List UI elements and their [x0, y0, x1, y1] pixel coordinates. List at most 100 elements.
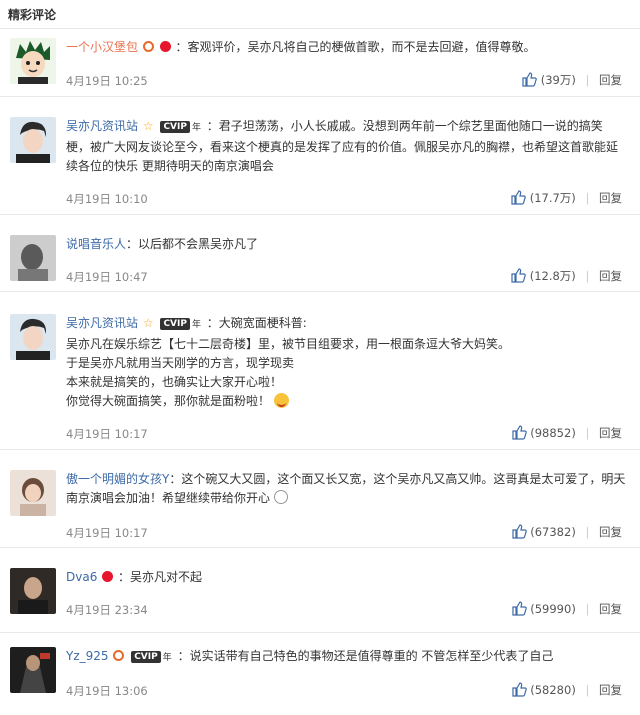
comment-actions: (58280) | 回复 [511, 681, 622, 698]
comment-time: 10:17 [114, 526, 148, 540]
comment-time: 23:34 [114, 603, 148, 617]
avatar[interactable] [10, 117, 56, 163]
vip-years: 年 [191, 123, 201, 133]
comment-meta: 4月19日 10:17 [66, 426, 148, 442]
smile-emoji-icon [273, 490, 288, 504]
comment-meta: 4月19日 10:17 [66, 525, 148, 541]
like-count: (17.7万) [529, 191, 576, 205]
avatar[interactable] [10, 568, 56, 614]
comment-time: 10:47 [114, 270, 148, 284]
like-icon[interactable] [521, 71, 537, 87]
comment-item: 吴亦凡资讯站 ☆ CVIP 年 ：君子坦荡荡，小人长戚戚。没想到两年前一个综艺里面… [0, 97, 640, 215]
avatar[interactable] [10, 314, 56, 360]
vip-years: 年 [191, 320, 201, 330]
comment-time: 13:06 [114, 684, 148, 698]
comment-content: ：大碗宽面梗科普: [206, 316, 307, 330]
comment-line: 于是吴亦凡就用当天刚学的方言，现学现卖 [66, 356, 295, 370]
avatar[interactable] [10, 235, 56, 281]
username-link[interactable]: 一个小汉堡包 [66, 40, 138, 54]
comment-date: 4月19日 [66, 270, 111, 284]
comment-actions: (67382) | 回复 [511, 523, 622, 540]
like-icon[interactable] [511, 523, 527, 539]
comment-text: 吴亦凡资讯站 ☆ CVIP 年 ：君子坦荡荡，小人长戚戚。没想到两年前一个综艺里面… [66, 117, 626, 176]
comment-line: 你觉得大碗面搞笑，那你就是面粉啦！ [66, 394, 271, 408]
like-icon[interactable] [510, 267, 526, 283]
comment-time: 10:25 [114, 74, 148, 88]
comment-meta: 4月19日 10:47 [66, 269, 148, 285]
avatar[interactable] [10, 647, 56, 693]
username-link[interactable]: Dva6 [66, 570, 97, 584]
username-link[interactable]: 傲一个明媚的女孩Y [66, 472, 169, 486]
username-link[interactable]: Yz_925 [66, 649, 109, 663]
comment-actions: (59990) | 回复 [511, 600, 622, 617]
comment-content: ：以后都不会黑吴亦凡了 [126, 237, 259, 251]
comment-date: 4月19日 [66, 74, 111, 88]
section-header: 精彩评论 [0, 0, 640, 29]
comment-item: 一个小汉堡包 ：客观评价，吴亦凡将自己的梗做首歌，而不是去回避，值得尊敬。 4月… [0, 28, 640, 97]
reply-button[interactable]: 回复 [599, 73, 622, 87]
comment-content: ：说实话带有自己特色的事物还是值得尊重的 不管怎样至少代表了自己 [177, 649, 554, 663]
reply-button[interactable]: 回复 [599, 525, 622, 539]
reply-button[interactable]: 回复 [599, 602, 622, 616]
vip-badge: CVIP [160, 317, 190, 330]
comment-content: ：吴亦凡对不起 [118, 570, 203, 584]
comment-text: 一个小汉堡包 ：客观评价，吴亦凡将自己的梗做首歌，而不是去回避，值得尊敬。 [66, 38, 626, 57]
comment-item: 吴亦凡资讯站 ☆ CVIP 年 ：大碗宽面梗科普: 吴亦凡在娱乐综艺【七十二层奇楼… [0, 292, 640, 450]
reply-button[interactable]: 回复 [599, 191, 622, 205]
comment-date: 4月19日 [66, 603, 111, 617]
comment-line: 本来就是搞笑的，也确实让大家开心啦！ [66, 375, 283, 389]
username-link[interactable]: 吴亦凡资讯站 [66, 119, 138, 133]
reply-button[interactable]: 回复 [599, 269, 622, 283]
like-icon[interactable] [511, 681, 527, 697]
vip-years: 年 [162, 653, 172, 663]
username-link[interactable]: 吴亦凡资讯站 [66, 316, 138, 330]
vip-badge: CVIP [131, 650, 161, 663]
avatar[interactable] [10, 470, 56, 516]
comment-content: ：客观评价，吴亦凡将自己的梗做首歌，而不是去回避，值得尊敬。 [175, 40, 536, 54]
comment-meta: 4月19日 10:25 [66, 73, 148, 89]
avatar[interactable] [10, 38, 56, 84]
comment-text: 傲一个明媚的女孩Y：这个碗又大又圆，这个面又长又宽，这个吴亦凡又高又帅。这哥真是… [66, 470, 626, 508]
comment-meta: 4月19日 13:06 [66, 683, 148, 699]
comment-date: 4月19日 [66, 684, 111, 698]
comment-text: Yz_925 CVIP 年 ：说实话带有自己特色的事物还是值得尊重的 不管怎样至少… [66, 647, 626, 668]
like-count: (67382) [530, 525, 576, 539]
comment-meta: 4月19日 10:10 [66, 191, 148, 207]
section-title: 精彩评论 [8, 8, 57, 22]
comment-time: 10:10 [114, 192, 148, 206]
like-count: (12.8万) [529, 269, 576, 283]
comment-actions: (12.8万) | 回复 [510, 267, 622, 284]
badge-icon [159, 41, 171, 52]
reply-button[interactable]: 回复 [599, 683, 622, 697]
like-count: (98852) [530, 426, 576, 440]
comment-actions: (98852) | 回复 [511, 424, 622, 441]
laugh-emoji-icon [273, 393, 289, 408]
like-count: (58280) [530, 683, 576, 697]
comment-text: 说唱音乐人：以后都不会黑吴亦凡了 [66, 235, 626, 254]
comment-text: 吴亦凡资讯站 ☆ CVIP 年 ：大碗宽面梗科普: 吴亦凡在娱乐综艺【七十二层奇楼… [66, 314, 626, 411]
like-icon[interactable] [511, 600, 527, 616]
reply-button[interactable]: 回复 [599, 426, 622, 440]
username-link[interactable]: 说唱音乐人 [66, 237, 126, 251]
comment-time: 10:17 [114, 427, 148, 441]
star-icon: ☆ [142, 119, 154, 133]
like-icon[interactable] [510, 189, 526, 205]
comment-date: 4月19日 [66, 526, 111, 540]
like-icon[interactable] [511, 424, 527, 440]
comment-meta: 4月19日 23:34 [66, 602, 148, 618]
like-count: (39万) [540, 73, 576, 87]
vip-badge: CVIP [160, 120, 190, 133]
comment-item: Yz_925 CVIP 年 ：说实话带有自己特色的事物还是值得尊重的 不管怎样至少… [0, 633, 640, 715]
like-count: (59990) [530, 602, 576, 616]
star-icon: ☆ [142, 316, 154, 330]
comment-item: 说唱音乐人：以后都不会黑吴亦凡了 4月19日 10:47 (12.8万) | 回… [0, 215, 640, 292]
comment-date: 4月19日 [66, 192, 111, 206]
comment-actions: (17.7万) | 回复 [510, 189, 622, 206]
comment-item: Dva6 ：吴亦凡对不起 4月19日 23:34 (59990) | 回复 [0, 548, 640, 633]
verified-icon [113, 650, 125, 661]
comment-text: Dva6 ：吴亦凡对不起 [66, 568, 626, 587]
badge-icon [102, 571, 114, 582]
verified-icon [142, 41, 154, 52]
comment-actions: (39万) | 回复 [521, 71, 622, 88]
comment-date: 4月19日 [66, 427, 111, 441]
